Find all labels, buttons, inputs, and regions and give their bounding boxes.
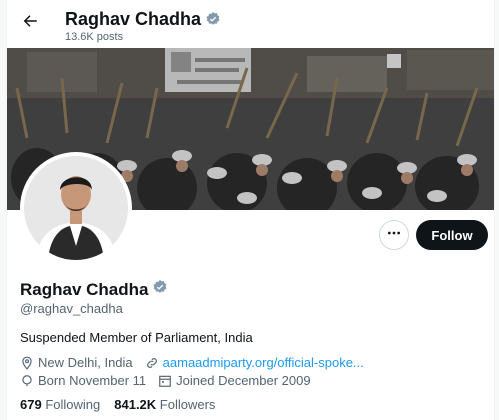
- following-count: 679: [20, 397, 42, 412]
- avatar[interactable]: [20, 152, 132, 264]
- avatar-image: [24, 156, 128, 260]
- follow-stats: 679 Following 841.2K Followers: [20, 397, 229, 412]
- joined-item: Joined December 2009: [158, 373, 311, 388]
- followers-link[interactable]: 841.2K Followers: [114, 397, 215, 412]
- back-button[interactable]: [15, 8, 45, 38]
- profile-frame: Raghav Chadha 13.6K posts Follow Raghav …: [6, 0, 495, 420]
- calendar-icon: [158, 374, 176, 388]
- profile-bio: Suspended Member of Parliament, India: [20, 330, 253, 345]
- joined-text: Joined December 2009: [176, 373, 311, 388]
- profile-name: Raghav Chadha: [20, 279, 168, 300]
- header-title: Raghav Chadha: [65, 8, 221, 30]
- location-item: New Delhi, India: [20, 355, 133, 370]
- header-name-text: Raghav Chadha: [65, 9, 202, 29]
- profile-name-text: Raghav Chadha: [20, 279, 149, 299]
- location-text: New Delhi, India: [38, 355, 133, 370]
- profile-handle: @raghav_chadha: [20, 301, 123, 316]
- born-text: Born November 11: [38, 373, 147, 388]
- followers-label: Followers: [159, 397, 216, 412]
- verified-badge-icon: [205, 11, 221, 27]
- more-button[interactable]: [379, 220, 409, 250]
- profile-meta-row-2: Born November 11 Joined December 2009: [20, 373, 323, 388]
- more-horizontal-icon: [386, 225, 402, 246]
- website-item[interactable]: aamaadmiparty.org/official-spoke...: [145, 355, 364, 370]
- arrow-left-icon: [21, 12, 39, 35]
- follow-button[interactable]: Follow: [416, 220, 488, 250]
- website-link[interactable]: aamaadmiparty.org/official-spoke...: [163, 355, 364, 370]
- born-item: Born November 11: [20, 373, 146, 388]
- post-count: 13.6K posts: [65, 31, 124, 43]
- verified-badge-icon: [152, 279, 168, 300]
- profile-meta-row-1: New Delhi, India aamaadmiparty.org/offic…: [20, 355, 376, 370]
- following-link[interactable]: 679 Following: [20, 397, 100, 412]
- balloon-icon: [20, 374, 38, 388]
- following-label: Following: [45, 397, 101, 412]
- profile-header: Raghav Chadha 13.6K posts: [7, 0, 494, 48]
- location-pin-icon: [20, 356, 38, 370]
- followers-count: 841.2K: [114, 397, 157, 412]
- link-icon: [145, 356, 163, 370]
